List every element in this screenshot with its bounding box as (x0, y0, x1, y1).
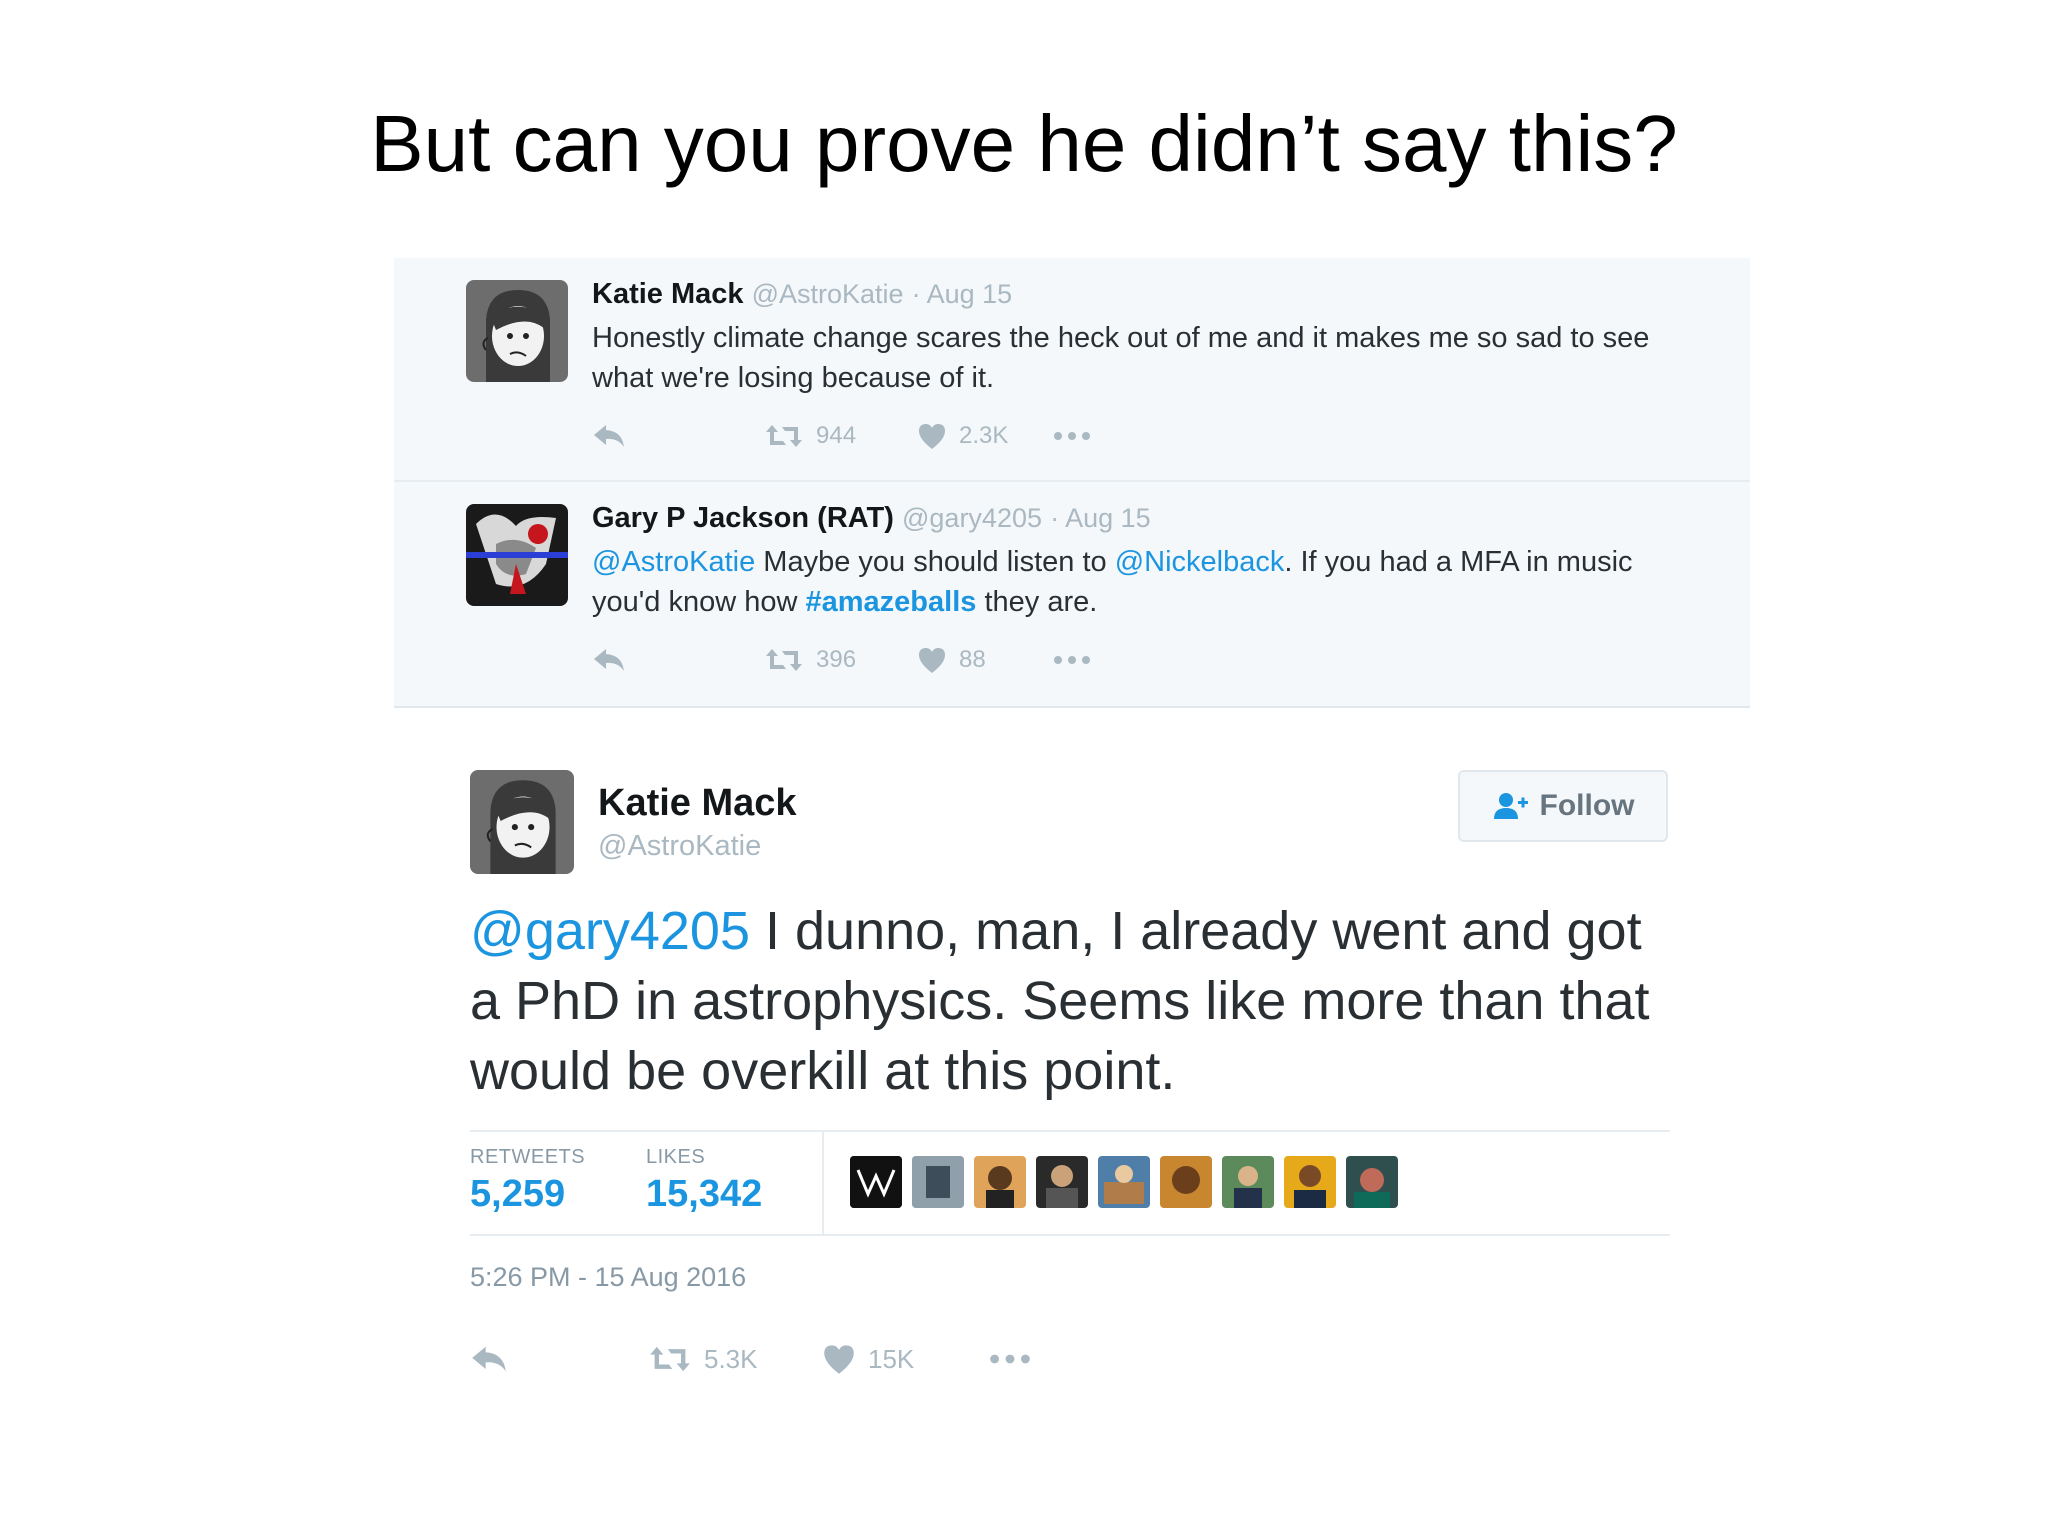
retweets-stat[interactable]: RETWEETS 5,259 (470, 1146, 585, 1216)
retweet-button[interactable]: 944 (764, 416, 856, 456)
more-button[interactable] (988, 1334, 1032, 1384)
liker-avatar[interactable] (912, 1156, 964, 1208)
like-count: 88 (959, 646, 986, 673)
liker-avatar[interactable] (850, 1156, 902, 1208)
retweets-label: RETWEETS (470, 1146, 586, 1168)
reply-button[interactable] (470, 1334, 508, 1384)
more-button[interactable] (1052, 640, 1092, 680)
tweet-text-segment: Maybe you should listen to (755, 546, 1115, 578)
liker-avatar[interactable] (974, 1156, 1026, 1208)
tweet-text: Honestly climate change scares the heck … (592, 322, 1650, 394)
like-button[interactable]: 88 (917, 640, 986, 680)
heart-icon (919, 648, 945, 673)
heart-icon (919, 424, 945, 449)
conversation-thread: Katie Mack @AstroKatie · Aug 15 Honestly… (394, 258, 1750, 708)
likes-value: 15,342 (646, 1173, 763, 1215)
mention-link[interactable]: @gary4205 (470, 901, 750, 961)
follow-label: Follow (1539, 789, 1635, 822)
like-button[interactable]: 15K (822, 1334, 914, 1384)
likes-stat[interactable]: LIKES 15,342 (646, 1146, 762, 1216)
retweet-icon (766, 425, 802, 447)
tweet-text-segment: they are. (976, 586, 1098, 618)
tweet-date[interactable]: · Aug 15 (1050, 503, 1151, 533)
reply-icon (594, 425, 624, 447)
author-name[interactable]: Katie Mack (592, 278, 744, 310)
tweet-actions: 5.3K 15K (470, 1334, 1170, 1384)
more-icon (1054, 432, 1090, 440)
slide-title: But can you prove he didn’t say this? (370, 99, 1678, 188)
liker-avatar[interactable] (1284, 1156, 1336, 1208)
retweets-value: 5,259 (470, 1173, 566, 1215)
stats-divider (822, 1132, 824, 1234)
liker-avatar[interactable] (1160, 1156, 1212, 1208)
more-button[interactable] (1052, 416, 1092, 456)
conversation-tweet[interactable]: Gary P Jackson (RAT) @gary4205 · Aug 15 … (394, 482, 1750, 706)
liker-avatar[interactable] (1346, 1156, 1398, 1208)
tweet-header: Katie Mack @AstroKatie · Aug 15 (592, 278, 1012, 311)
reply-icon (594, 649, 624, 671)
author-name[interactable]: Gary P Jackson (RAT) (592, 502, 894, 534)
author-name[interactable]: Katie Mack (598, 782, 797, 825)
likes-label: LIKES (646, 1146, 706, 1168)
mention-link[interactable]: @AstroKatie (592, 546, 755, 578)
more-icon (1054, 656, 1090, 664)
like-button[interactable]: 2.3K (917, 416, 1008, 456)
more-icon (990, 1354, 1030, 1364)
reply-button[interactable] (592, 640, 626, 680)
author-handle[interactable]: @AstroKatie (598, 830, 761, 863)
mention-link[interactable]: @Nickelback (1115, 546, 1285, 578)
avatar[interactable] (466, 280, 568, 382)
tweet-text: @gary4205 I dunno, man, I already went a… (470, 896, 1670, 1106)
follow-person-icon (1493, 793, 1528, 819)
retweet-button[interactable]: 396 (764, 640, 856, 680)
tweet-stats: RETWEETS 5,259 LIKES 15,342 (470, 1130, 1670, 1236)
hashtag-link[interactable]: #amazeballs (806, 586, 977, 618)
tweet-actions: 944 2.3K (592, 416, 1192, 456)
tweet-date[interactable]: · Aug 15 (912, 279, 1013, 309)
liker-avatar[interactable] (1222, 1156, 1274, 1208)
liker-avatars (850, 1156, 1408, 1208)
tweet-text: @AstroKatie Maybe you should listen to @… (592, 542, 1692, 622)
liker-avatar[interactable] (1098, 1156, 1150, 1208)
tweet-timestamp[interactable]: 5:26 PM - 15 Aug 2016 (470, 1262, 746, 1293)
author-handle[interactable]: @gary4205 (902, 503, 1042, 533)
avatar[interactable] (470, 770, 574, 874)
avatar[interactable] (466, 504, 568, 606)
retweet-count: 396 (816, 646, 857, 673)
retweet-icon (766, 649, 802, 671)
follow-button[interactable]: Follow (1458, 770, 1668, 842)
author-handle[interactable]: @AstroKatie (752, 279, 904, 309)
like-count: 2.3K (959, 422, 1009, 449)
heart-icon (824, 1345, 854, 1374)
conversation-tweet[interactable]: Katie Mack @AstroKatie · Aug 15 Honestly… (394, 258, 1750, 482)
reply-button[interactable] (592, 416, 626, 456)
liker-avatar[interactable] (1036, 1156, 1088, 1208)
retweet-icon (650, 1346, 690, 1372)
reply-icon (472, 1346, 506, 1372)
retweet-count: 5.3K (704, 1343, 758, 1374)
like-count: 15K (868, 1343, 915, 1374)
retweet-count: 944 (816, 422, 857, 449)
tweet-actions: 396 88 (592, 640, 1192, 680)
tweet-header: Gary P Jackson (RAT) @gary4205 · Aug 15 (592, 502, 1151, 535)
retweet-button[interactable]: 5.3K (648, 1334, 758, 1384)
